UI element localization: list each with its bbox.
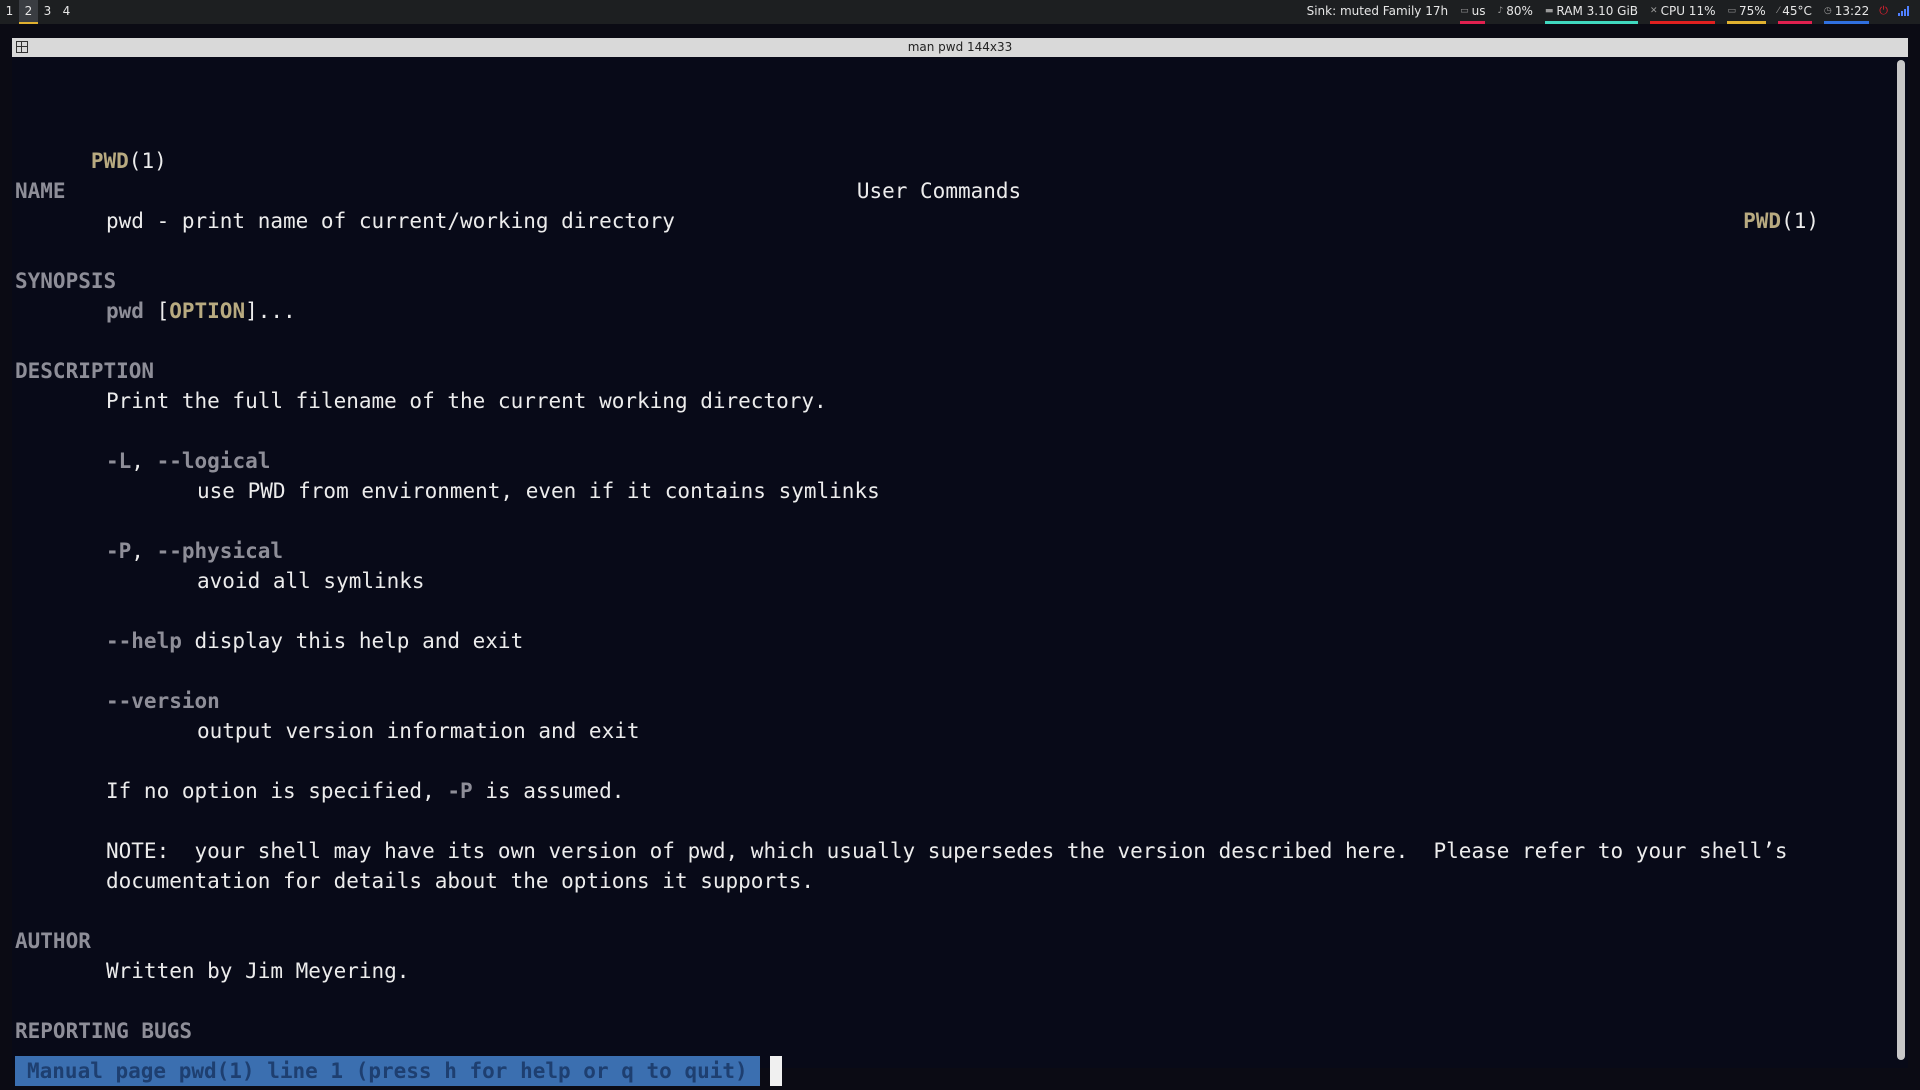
temperature-status[interactable]: ⁄ 45°C xyxy=(1777,0,1812,24)
reporting-bugs-heading: REPORTING BUGS xyxy=(15,1019,193,1043)
power-icon[interactable]: ⏻ xyxy=(1879,0,1888,22)
tiling-layout-icon[interactable] xyxy=(16,41,28,53)
man-page-content[interactable]: PWD(1) User Commands PWD(1) NAME pwd - p… xyxy=(15,100,1895,1090)
option-L-separator: , xyxy=(131,449,157,473)
option-version-desc: output version information and exit xyxy=(197,719,640,743)
battery-icon: ▭ xyxy=(1727,5,1736,16)
default-pre: If no option is specified, xyxy=(106,779,448,803)
synopsis-line: pwd [OPTION]... xyxy=(106,296,296,326)
man-header: PWD(1) User Commands PWD(1) xyxy=(15,116,1863,233)
header-left-name: PWD xyxy=(90,149,129,173)
signal-icon[interactable] xyxy=(1898,6,1910,16)
volume-status[interactable]: ♪ 80% xyxy=(1497,0,1532,24)
status-blocks: Sink: muted Family 17h ▭ us ♪ 80% ▬ RAM 3.1… xyxy=(1295,0,1910,24)
window-titlebar[interactable]: man pwd 144x33 xyxy=(12,38,1908,57)
option-L-short: -L xyxy=(106,449,132,473)
audio-sink-status[interactable]: Sink: muted Family 17h xyxy=(1307,0,1448,24)
option-version-flag: --version xyxy=(106,689,220,713)
description-text: Print the full filename of the current w… xyxy=(106,389,827,413)
synopsis-heading: SYNOPSIS xyxy=(15,269,117,293)
keyboard-icon: ▭ xyxy=(1460,5,1469,16)
name-heading: NAME xyxy=(15,179,66,203)
memory-icon: ▬ xyxy=(1544,5,1554,16)
ram-status[interactable]: ▬ RAM 3.10 GiB xyxy=(1544,0,1639,24)
workspace-3[interactable]: 3 xyxy=(38,0,57,24)
clock-status[interactable]: ◷ 13:22 xyxy=(1823,0,1870,24)
keyboard-layout-status[interactable]: ▭ us xyxy=(1460,0,1486,24)
pager-status-prompt: Manual page pwd(1) line 1 (press h for h… xyxy=(15,1056,760,1086)
top-status-bar: 1 2 3 4 Sink: muted Family 17h ▭ us ♪ 80% … xyxy=(0,0,1920,24)
synopsis-close: ]... xyxy=(245,299,296,323)
option-P-separator: , xyxy=(131,539,157,563)
option-P-short: -P xyxy=(106,539,132,563)
author-heading: AUTHOR xyxy=(15,929,91,953)
header-left: PWD(1) xyxy=(91,149,167,173)
synopsis-option: OPTION xyxy=(169,299,246,323)
author-text: Written by Jim Meyering. xyxy=(106,959,410,983)
default-post: is assumed. xyxy=(472,779,625,803)
note-line-1: NOTE: your shell may have its own versio… xyxy=(106,839,1788,863)
header-left-section: (1) xyxy=(128,149,167,173)
option-P-long: --physical xyxy=(156,539,284,563)
cpu-icon: ✕ xyxy=(1650,5,1658,16)
cpu-status[interactable]: ✕ CPU 11% xyxy=(1650,0,1716,24)
window-title: man pwd 144x33 xyxy=(907,40,1013,54)
header-right-name: PWD xyxy=(1743,209,1782,233)
option-help-flag: --help xyxy=(106,629,182,653)
text-cursor xyxy=(770,1056,782,1086)
option-help: --help display this help and exit xyxy=(106,626,523,656)
workspace-2[interactable]: 2 xyxy=(19,0,38,24)
default-option: -P xyxy=(447,779,473,803)
description-heading: DESCRIPTION xyxy=(15,359,155,383)
note-line-2: documentation for details about the opti… xyxy=(106,869,815,893)
option-L-long: --logical xyxy=(156,449,271,473)
cpu-label: CPU 11% xyxy=(1660,3,1716,18)
battery-status[interactable]: ▭ 75% xyxy=(1727,0,1766,24)
option-logical-desc: use PWD from environment, even if it con… xyxy=(197,479,880,503)
terminal-window[interactable]: man pwd 144x33 PWD(1) User Commands PWD(… xyxy=(12,38,1908,1086)
header-right-section: (1) xyxy=(1781,209,1819,233)
synopsis-open: [ xyxy=(143,299,170,323)
scrollbar-thumb[interactable] xyxy=(1897,60,1905,1060)
name-text: pwd - print name of current/working dire… xyxy=(106,209,675,233)
temperature-label: 45°C xyxy=(1782,3,1812,18)
ram-label: RAM 3.10 GiB xyxy=(1556,3,1639,18)
option-help-desc: display this help and exit xyxy=(181,629,524,653)
workspace-4[interactable]: 4 xyxy=(57,0,76,24)
volume-icon: ♪ xyxy=(1497,5,1504,16)
battery-label: 75% xyxy=(1739,3,1766,18)
sink-label: Sink: muted Family 17h xyxy=(1306,3,1449,18)
scrollbar[interactable] xyxy=(1897,60,1905,1060)
option-physical-desc: avoid all symlinks xyxy=(197,569,425,593)
synopsis-command: pwd xyxy=(106,299,144,323)
header-right: PWD(1) xyxy=(1743,206,1819,236)
default-option-note: If no option is specified, -P is assumed… xyxy=(106,776,624,806)
workspace-1[interactable]: 1 xyxy=(0,0,19,24)
keyboard-layout-label: us xyxy=(1471,3,1486,18)
workspace-switcher: 1 2 3 4 xyxy=(0,0,76,24)
clock-icon: ◷ xyxy=(1823,5,1832,16)
thermometer-icon: ⁄ xyxy=(1777,5,1780,16)
option-logical: -L, --logical xyxy=(106,446,270,476)
option-physical: -P, --physical xyxy=(106,536,283,566)
clock-label: 13:22 xyxy=(1834,3,1870,18)
volume-label: 80% xyxy=(1506,3,1533,18)
header-center: User Commands xyxy=(856,179,1022,203)
